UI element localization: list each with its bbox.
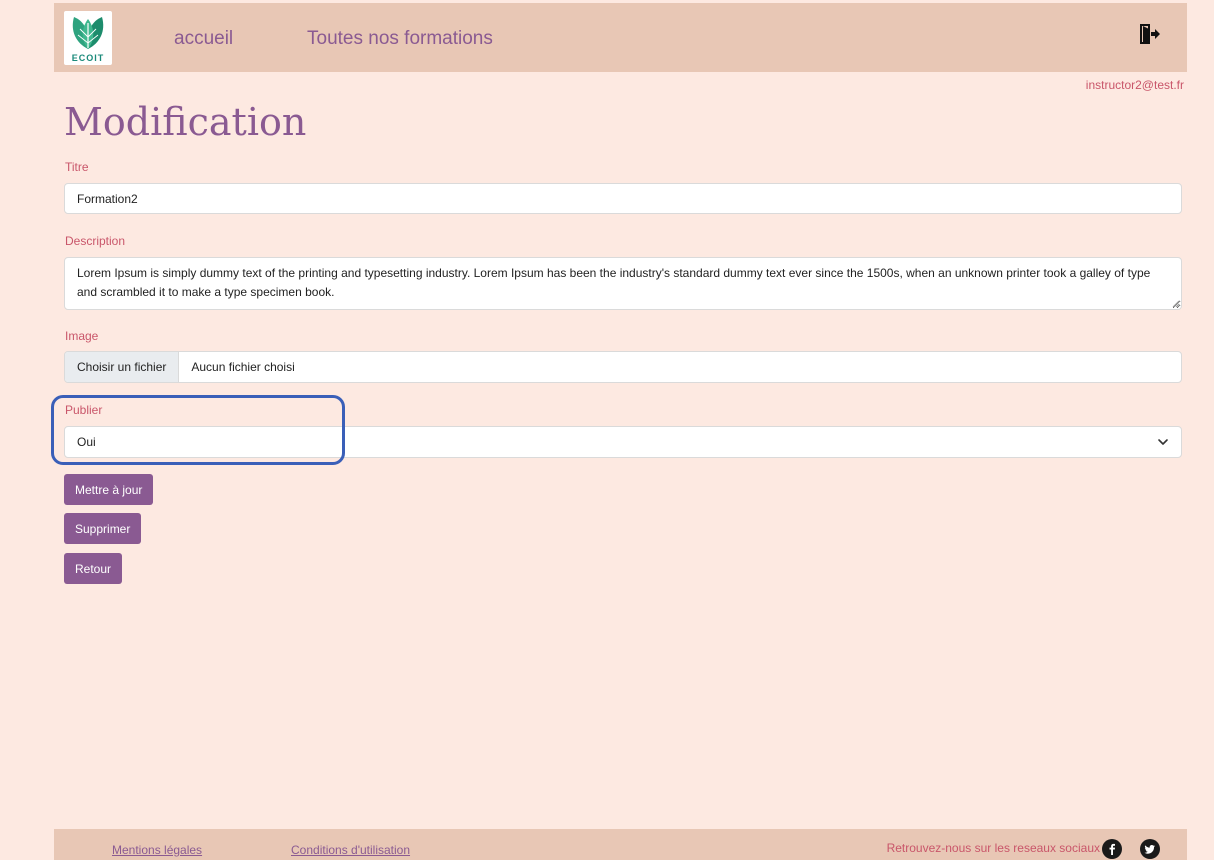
footer-social-text: Retrouvez-nous sur les reseaux sociaux <box>886 841 1100 855</box>
update-button[interactable]: Mettre à jour <box>64 474 154 505</box>
title-label: Titre <box>65 160 89 174</box>
nav-link-all-courses[interactable]: Toutes nos formations <box>307 28 493 50</box>
logo[interactable]: ECOIT <box>64 11 112 65</box>
footer-link-legal[interactable]: Mentions légales <box>112 843 202 857</box>
footer-link-terms[interactable]: Conditions d'utilisation <box>291 843 410 857</box>
logout-icon <box>1140 24 1160 44</box>
facebook-icon[interactable] <box>1102 839 1122 859</box>
image-file-input[interactable]: Choisir un fichier Aucun fichier choisi <box>64 351 1182 383</box>
title-input[interactable] <box>64 183 1182 214</box>
twitter-icon[interactable] <box>1140 839 1160 859</box>
description-label: Description <box>65 234 126 248</box>
publish-select[interactable]: Oui <box>64 426 1182 458</box>
publish-select-value: Oui <box>77 435 96 449</box>
leaf-logo-icon <box>72 17 104 49</box>
description-textarea[interactable]: Lorem Ipsum is simply dummy text of the … <box>64 257 1182 310</box>
image-label: Image <box>65 329 99 343</box>
resize-grip-icon[interactable] <box>1172 300 1180 308</box>
file-status: Aucun fichier choisi <box>191 360 295 374</box>
footer: Mentions légales Conditions d'utilisatio… <box>54 829 1187 860</box>
logo-text: ECOIT <box>71 53 105 63</box>
page-title: Modification <box>64 100 307 144</box>
choose-file-button[interactable]: Choisir un fichier <box>65 352 180 382</box>
user-email: instructor2@test.fr <box>1085 78 1184 92</box>
navbar: ECOIT accueil Toutes nos formations <box>54 3 1187 72</box>
logout-button[interactable] <box>1137 22 1161 46</box>
publish-label: Publier <box>65 403 103 417</box>
chevron-down-icon <box>1158 439 1168 445</box>
nav-link-home[interactable]: accueil <box>174 28 233 50</box>
delete-button[interactable]: Supprimer <box>64 513 142 544</box>
back-button[interactable]: Retour <box>64 553 123 584</box>
